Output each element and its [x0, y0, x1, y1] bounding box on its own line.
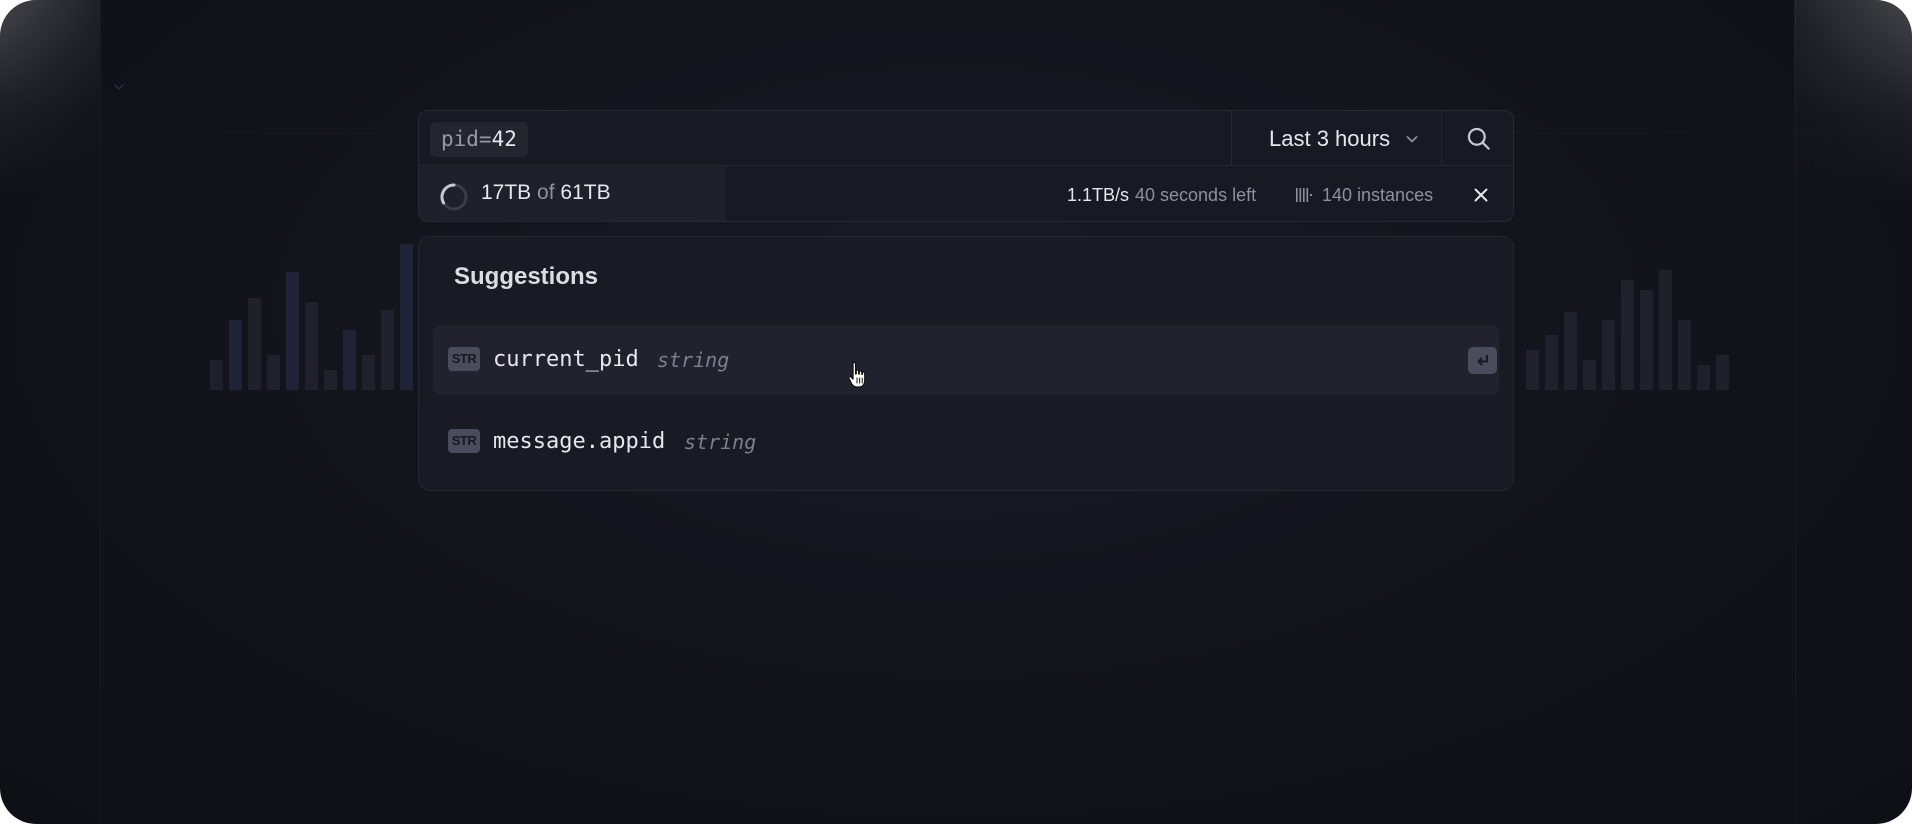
- progress-text: 17TB of 61TB: [481, 167, 611, 221]
- background-bar: [362, 355, 375, 390]
- hand-pointer-icon: [848, 361, 866, 388]
- query-value: 42: [491, 127, 517, 151]
- background-bar: [229, 320, 242, 390]
- type-badge: STR: [448, 347, 480, 371]
- suggestions-title: Suggestions: [454, 263, 599, 290]
- search-icon: [1467, 127, 1490, 150]
- search-button[interactable]: [1441, 111, 1513, 166]
- edge-glow-left: [0, 0, 100, 200]
- close-icon[interactable]: [1471, 185, 1491, 205]
- background-bar: [1659, 270, 1672, 390]
- time-range-dropdown[interactable]: Last 3 hours: [1231, 111, 1441, 166]
- background-bar: [1716, 355, 1729, 390]
- background-bar: [1621, 280, 1634, 390]
- suggestions-panel: Suggestions STR current_pid string STR m…: [418, 236, 1514, 491]
- background-bar: [1602, 320, 1615, 390]
- background-bar: [1583, 360, 1596, 390]
- background-bar: [400, 244, 413, 390]
- edge-line-left: [100, 0, 101, 824]
- background-bar: [248, 298, 261, 390]
- search-panel: pid=42 Last 3 hours 17TB of 61TB 1.1TB/s…: [418, 110, 1514, 222]
- background-bar: [210, 360, 223, 390]
- query-key: pid=: [441, 127, 492, 151]
- background-bar: [1678, 320, 1691, 390]
- query-input[interactable]: pid=42: [430, 122, 528, 157]
- suggestion-name: current_pid: [493, 347, 639, 372]
- suggestion-item-current-pid[interactable]: STR current_pid string: [433, 325, 1499, 395]
- suggestion-type: string: [684, 430, 757, 454]
- suggestion-name: message.appid: [493, 429, 666, 454]
- time-range-label: Last 3 hours: [1269, 125, 1391, 151]
- app-frame: pid=42 Last 3 hours 17TB of 61TB 1.1TB/s…: [0, 0, 1912, 824]
- search-row: pid=42 Last 3 hours: [419, 111, 1513, 166]
- instances-icon: [1296, 188, 1312, 202]
- background-bar: [381, 310, 394, 390]
- background-bar: [1640, 290, 1653, 390]
- background-bar: [286, 272, 299, 390]
- background-bar: [1697, 365, 1710, 390]
- scanned-amount: 17TB: [481, 181, 532, 204]
- time-remaining: 40 seconds left: [1135, 185, 1257, 205]
- spinner-icon: [440, 183, 468, 211]
- edge-line-right: [1795, 0, 1796, 824]
- background-bar: [267, 355, 280, 390]
- chevron-down-icon: [1406, 135, 1418, 142]
- background-chevron-icon: [114, 84, 124, 90]
- background-bar: [1564, 312, 1577, 390]
- background-bar: [324, 370, 337, 390]
- of-label: of: [537, 181, 555, 204]
- instances-count: 140 instances: [1322, 185, 1434, 205]
- background-bar: [1545, 335, 1558, 390]
- total-amount: 61TB: [560, 181, 611, 204]
- background-bar: [305, 302, 318, 390]
- type-badge: STR: [448, 429, 480, 453]
- suggestion-item-message-appid[interactable]: STR message.appid string: [433, 407, 1499, 477]
- suggestion-type: string: [657, 348, 730, 372]
- edge-glow-right: [1794, 0, 1912, 210]
- background-bar: [343, 330, 356, 390]
- background-bar: [1526, 350, 1539, 390]
- enter-key-icon: [1468, 347, 1497, 374]
- scan-rate: 1.1TB/s: [1067, 185, 1130, 205]
- progress-row: 17TB of 61TB 1.1TB/s 40 seconds left 140…: [419, 167, 1513, 221]
